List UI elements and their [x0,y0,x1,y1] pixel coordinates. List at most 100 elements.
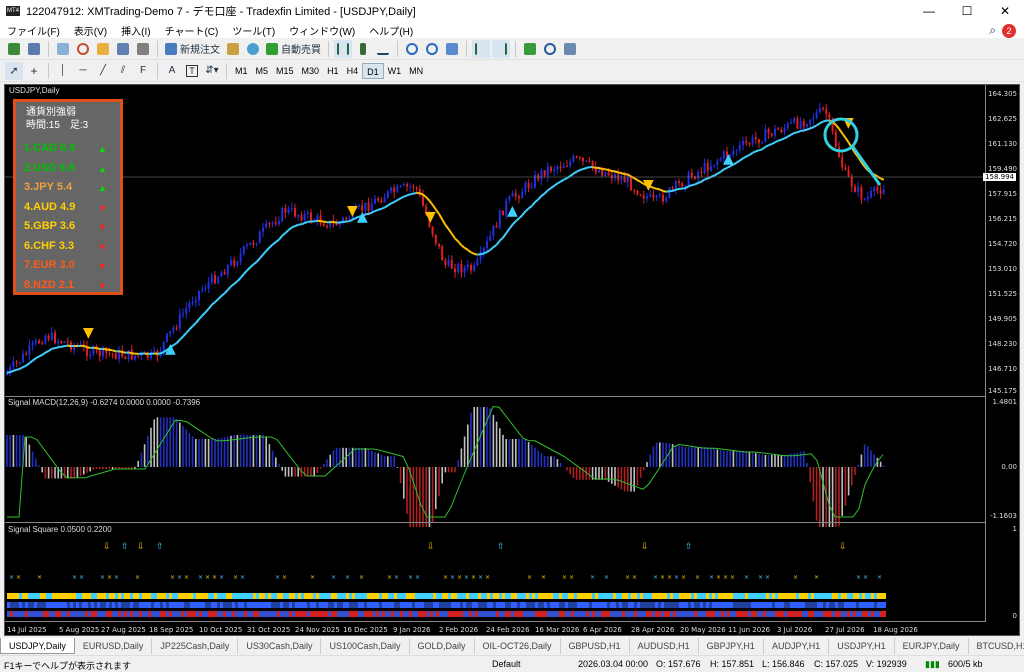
signal-dot: × [730,574,735,581]
signal-strip-cell [712,611,715,617]
moving-average-line [745,154,750,158]
menu-chart[interactable]: チャート(C) [158,23,226,38]
menu-tools[interactable]: ツール(T) [225,23,282,38]
notification-badge[interactable]: 2 [1002,23,1016,38]
signal-strip-cell [169,593,172,599]
tab-us30cash-daily[interactable]: US30Cash,Daily [238,638,322,654]
signal-dot: × [198,574,203,581]
moving-average-line [672,188,677,192]
menu-file[interactable]: ファイル(F) [0,23,67,38]
line-chart-button[interactable] [374,40,392,58]
label-button[interactable]: T [183,62,201,80]
signal-strip-cell [739,602,742,608]
indicators-button[interactable] [521,40,539,58]
menu-help[interactable]: ヘルプ(H) [362,23,420,38]
tab-eurusd-daily[interactable]: EURUSD,Daily [75,638,153,654]
timeframe-m5[interactable]: M5 [252,63,273,79]
moving-average-line [656,187,661,191]
chart-canvas[interactable]: × × × × × × × × × × × × × × × × × × × × × × × × × × × × × × × × × × × × × × × ×… [5,85,1019,635]
tab-eurjpy-daily[interactable]: EURJPY,Daily [895,638,969,654]
bar-chart-button[interactable] [334,39,352,58]
templates-button[interactable] [561,40,579,58]
chart-shift-button[interactable] [492,39,510,58]
tab-audjpy-h1[interactable]: AUDJPY,H1 [764,638,830,654]
signal-strip-cell [811,611,814,617]
menu-insert[interactable]: 挿入(I) [114,23,157,38]
new-order-button[interactable]: 新規注文 [163,40,222,58]
signal-strip-cell [61,602,64,608]
signal-strip-cell [793,611,796,617]
tab-usdjpy-h1[interactable]: USDJPY,H1 [829,638,895,654]
signal-strip-cell [61,611,64,617]
profiles-button[interactable] [25,40,43,58]
moving-average-line [614,170,619,174]
zoom-in-button[interactable] [403,40,421,58]
timeframe-m15[interactable]: M15 [272,63,298,79]
price-bar [172,327,175,332]
cursor-button[interactable]: ➚ [5,61,23,80]
tab-usdjpy-daily[interactable]: USDJPY,Daily [0,638,75,654]
price-bar [233,260,236,266]
signal-strip-cell [778,602,781,608]
signal-strip-cell [244,593,247,599]
timeframe-w1[interactable]: W1 [384,63,406,79]
timeframe-mn[interactable]: MN [405,63,427,79]
terminal-button[interactable] [114,40,132,58]
timeframe-h1[interactable]: H1 [323,63,343,79]
tester-button[interactable] [134,40,152,58]
price-bar [681,182,684,187]
tab-audusd-h1[interactable]: AUDUSD,H1 [630,638,699,654]
zoom-out-button[interactable] [423,40,441,58]
signal-strip-cell [676,611,679,617]
price-bar [108,353,111,355]
market-watch-button[interactable] [54,40,72,58]
auto-scroll-button[interactable] [472,39,490,58]
tab-oil-daily[interactable]: OIL-OCT26,Daily [475,638,561,654]
search-icon[interactable]: ⌕ [989,23,996,38]
signal-strip-cell [265,611,268,617]
crosshair-button[interactable]: + [25,62,43,80]
data-window-button[interactable] [74,40,92,58]
menu-window[interactable]: ウィンドウ(W) [282,23,362,38]
timeframe-m1[interactable]: M1 [231,63,252,79]
price-bar [857,186,860,193]
timeframe-h4[interactable]: H4 [343,63,363,79]
signal-strip-cell [319,593,322,599]
new-chart-button[interactable] [5,40,23,58]
tab-gbpusd-h1[interactable]: GBPUSD,H1 [561,638,630,654]
text-button[interactable]: A [163,62,181,80]
chart-window[interactable]: × × × × × × × × × × × × × × × × × × × × × × × × × × × × × × × × × × × × × × × ×… [4,84,1020,636]
timeframe-m30[interactable]: M30 [298,63,324,79]
tab-gbpjpy-h1[interactable]: GBPJPY,H1 [699,638,764,654]
auto-trade-button[interactable]: 自動売買 [264,40,323,58]
metaeditor-button[interactable] [224,40,242,58]
minimize-button[interactable]: — [910,0,948,22]
moving-average-line [511,220,517,226]
navigator-button[interactable] [94,40,112,58]
signals-button[interactable] [244,40,262,58]
signal-strip-cell [556,611,559,617]
maximize-button[interactable]: ☐ [948,0,986,22]
tab-gold-daily[interactable]: GOLD,Daily [410,638,475,654]
channel-button[interactable]: ⫽ [114,62,132,80]
tab-us100cash-daily[interactable]: US100Cash,Daily [321,638,410,654]
periods-button[interactable] [541,40,559,58]
signal-strip-cell [100,611,103,617]
signal-strip-cell [184,611,187,617]
signal-strip-cell [358,602,361,608]
moving-average-line [301,222,305,226]
timeframe-d1[interactable]: D1 [362,62,384,79]
tile-windows-button[interactable] [443,40,461,58]
signal-strip-cell [115,611,118,617]
fibonacci-button[interactable]: F [134,62,152,80]
vertical-line-button[interactable]: │ [54,62,72,80]
candle-chart-button[interactable] [354,40,372,58]
tab-btcusd-h1[interactable]: BTCUSD,H1 [969,638,1024,654]
close-button[interactable]: ✕ [986,0,1024,22]
trendline-button[interactable]: ╱ [94,62,112,80]
horizontal-line-button[interactable]: ─ [74,62,92,80]
menu-view[interactable]: 表示(V) [67,23,114,38]
tab-jp225cash-daily[interactable]: JP225Cash,Daily [152,638,239,654]
arrows-button[interactable]: ⇵▾ [203,62,221,80]
trendline-icon: ╱ [99,65,107,76]
